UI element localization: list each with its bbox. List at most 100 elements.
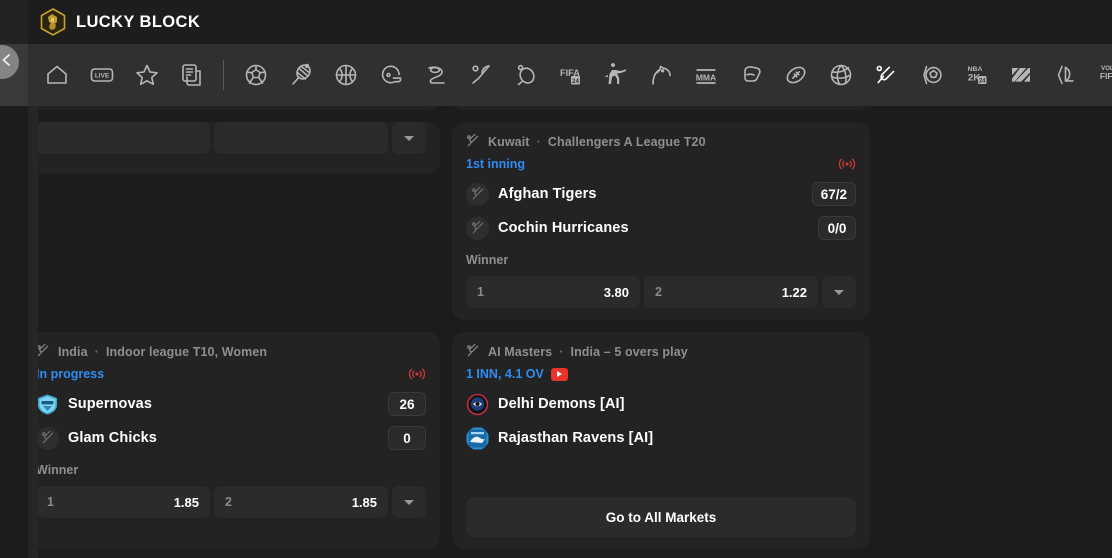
left-gutter — [0, 106, 28, 558]
svg-text:24: 24 — [571, 78, 579, 85]
odds-key: 1 — [477, 285, 484, 299]
cricket-bat-icon — [466, 343, 481, 359]
odds-value: 3.80 — [603, 284, 629, 300]
team-name: Cochin Hurricanes — [498, 220, 629, 236]
more-markets-button[interactable] — [392, 486, 426, 518]
nav-item-dota-2[interactable] — [998, 44, 1043, 106]
nav-item-table-tennis[interactable] — [503, 44, 548, 106]
nav-item-league-of-legends[interactable] — [1043, 44, 1088, 106]
nav-item-basketball[interactable] — [323, 44, 368, 106]
more-markets-button[interactable] — [392, 122, 426, 154]
match-card-partial[interactable] — [452, 106, 870, 110]
nav-item-boxing-glove[interactable] — [728, 44, 773, 106]
top-brand-bar: LUCKY BLOCK — [0, 0, 1112, 44]
nav-item-soccer-ball[interactable] — [233, 44, 278, 106]
league-country: India — [58, 344, 88, 359]
cricket-bat-icon — [36, 343, 51, 359]
nav-item-cricket-bat[interactable] — [863, 44, 908, 106]
brand-logo-group[interactable]: LUCKY BLOCK — [40, 8, 200, 36]
match-status: In progress — [36, 367, 105, 381]
team-score: 0 — [388, 426, 426, 450]
nav-item-betslip-documents[interactable] — [169, 44, 214, 106]
odds-option-2[interactable]: 2 1.22 — [644, 276, 818, 308]
horse-racing-icon — [648, 62, 674, 88]
odds-option-1[interactable]: 1 3.80 — [466, 276, 640, 308]
league-name: India – 5 overs play — [570, 344, 688, 359]
nav-item-baseball-bat[interactable] — [458, 44, 503, 106]
match-card[interactable]: India · Indoor league T10, Women In progres… — [22, 332, 440, 549]
cricket-bat-icon — [873, 62, 899, 88]
volleyball-icon — [828, 62, 854, 88]
odds-option-2[interactable] — [214, 122, 388, 154]
status-left-group: In progress — [36, 367, 104, 381]
nav-item-home[interactable] — [34, 44, 79, 106]
team-name: Supernovas — [68, 396, 152, 412]
cricket-placeholder-icon — [466, 216, 489, 240]
market-label: Winner — [36, 463, 79, 477]
basketball-icon — [333, 62, 359, 88]
live-stream-play-icon[interactable] — [550, 367, 568, 381]
team-name: Glam Chicks — [68, 430, 157, 446]
league-name: Indoor league T10, Women — [105, 344, 268, 359]
match-card-grid: Kuwait · Challengers A League T20 1st innin… — [22, 106, 1112, 558]
nav-item-nba-2k24[interactable]: NBA 2K 24 — [953, 44, 998, 106]
sports-nav-bar: LIVE FIFA24 MMA NBA2K24 VOLTAFIFA24 — [0, 44, 1112, 106]
svg-text:MMA: MMA — [695, 72, 716, 82]
futsal-icon — [918, 62, 944, 88]
match-list-content: Kuwait · Challengers A League T20 1st innin… — [0, 106, 1112, 558]
nav-item-counter-strike[interactable] — [593, 44, 638, 106]
team-score: 67/2 — [811, 182, 856, 206]
market-label: Winner — [466, 253, 509, 267]
live-broadcast-icon — [838, 157, 856, 171]
nav-item-horse-racing[interactable] — [638, 44, 683, 106]
nav-item-tennis-racket[interactable] — [278, 44, 323, 106]
nav-item-american-football-helmet[interactable] — [368, 44, 413, 106]
volta-fifa-24-icon: VOLTAFIFA24 — [1098, 62, 1112, 88]
nav-item-star-favorites[interactable] — [124, 44, 169, 106]
nav-item-rugby-ball[interactable] — [773, 44, 818, 106]
rugby-ball-icon — [783, 62, 809, 88]
nav-item-volleyball[interactable] — [818, 44, 863, 106]
match-card-partial[interactable] — [22, 106, 440, 110]
lucky-block-hex-logo-icon — [40, 8, 66, 36]
odds-value: 1.22 — [781, 284, 807, 300]
team-row: Cochin Hurricanes 0/0 — [466, 216, 856, 240]
svg-text:24: 24 — [978, 79, 985, 85]
nav-divider — [223, 60, 224, 90]
team-row: Glam Chicks 0 — [36, 426, 426, 450]
soccer-ball-icon — [243, 62, 269, 88]
match-card[interactable]: AI Masters · India – 5 overs play 1 INN, 4.… — [452, 332, 870, 549]
chevron-down-icon — [404, 135, 414, 141]
card-league-line: AI Masters · India – 5 overs play — [466, 343, 856, 359]
league-name: Challengers A League T20 — [547, 134, 706, 149]
team-score: 26 — [388, 392, 426, 416]
more-markets-button[interactable] — [822, 276, 856, 308]
odds-option-2[interactable]: 2 1.85 — [214, 486, 388, 518]
table-tennis-icon — [513, 62, 539, 88]
supernovas-crest-icon — [36, 393, 59, 416]
ice-hockey-icon — [423, 62, 449, 88]
nba-2k24-icon: NBA 2K 24 — [963, 62, 989, 88]
rajasthan-ravens-crest-icon — [466, 427, 489, 450]
odds-row: 1 1.85 2 1.85 — [36, 486, 426, 518]
match-card-partial[interactable] — [22, 122, 440, 174]
nav-item-ice-hockey[interactable] — [413, 44, 458, 106]
nav-item-mma[interactable]: MMA — [683, 44, 728, 106]
brand-title: LUCKY BLOCK — [76, 12, 201, 31]
nav-item-futsal[interactable] — [908, 44, 953, 106]
match-card[interactable]: Kuwait · Challengers A League T20 1st innin… — [452, 122, 870, 320]
match-status: 1st inning — [466, 157, 526, 171]
dota-2-icon — [1008, 62, 1034, 88]
odds-row: 1 3.80 2 1.22 — [466, 276, 856, 308]
cricket-placeholder-icon — [466, 182, 489, 206]
go-to-all-markets-button[interactable]: Go to All Markets — [466, 497, 856, 537]
odds-option-1[interactable]: 1 1.85 — [36, 486, 210, 518]
odds-key: 1 — [47, 495, 54, 509]
nav-item-fifa-24[interactable]: FIFA 24 — [548, 44, 593, 106]
sports-nav-items: LIVE FIFA24 MMA NBA2K24 VOLTAFIFA24 — [28, 44, 1112, 106]
odds-option-1[interactable] — [36, 122, 210, 154]
league-separator: · — [559, 344, 564, 359]
nav-item-volta-fifa-24[interactable]: VOLTAFIFA24 — [1088, 44, 1112, 106]
card-status-line: 1 INN, 4.1 OV — [466, 366, 856, 382]
nav-item-live[interactable]: LIVE — [79, 44, 124, 106]
